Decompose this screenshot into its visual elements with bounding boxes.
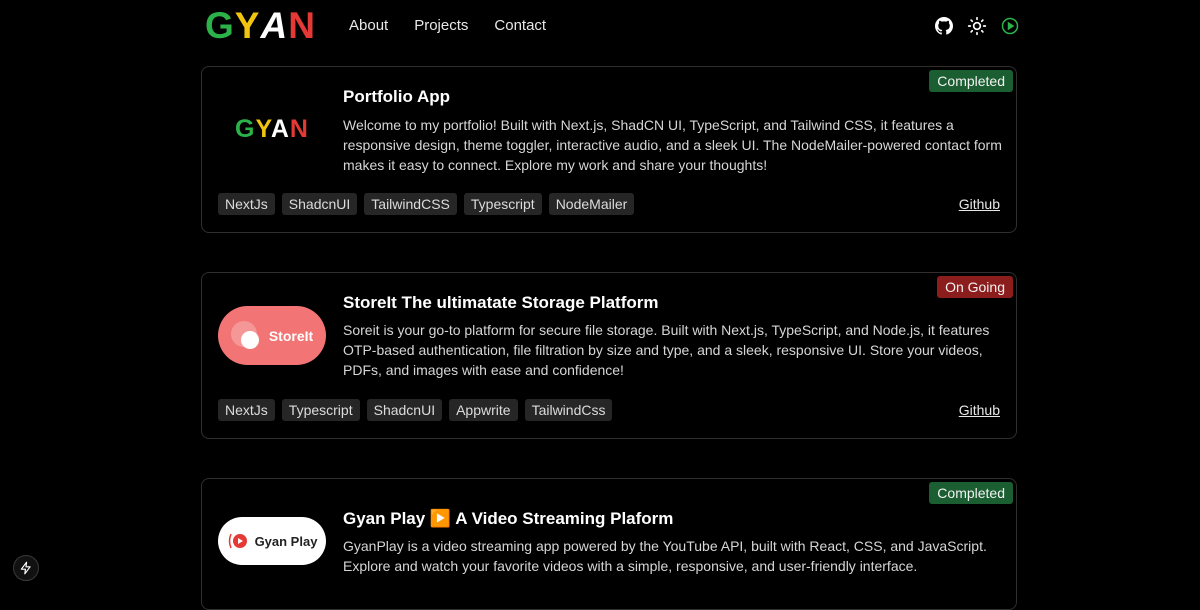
logo-letter-n: N <box>288 5 316 46</box>
project-description: Welcome to my portfolio! Built with Next… <box>343 117 1002 173</box>
sun-icon[interactable] <box>967 15 987 37</box>
project-description: Soreit is your go-to platform for secure… <box>343 322 990 378</box>
storeit-logo-icon <box>230 320 261 351</box>
bolt-icon[interactable] <box>13 555 39 581</box>
project-description: GyanPlay is a video streaming app powere… <box>343 538 987 574</box>
tech-tag: ShadcnUI <box>281 193 358 215</box>
thumbnail-logo: GYAN <box>235 115 309 143</box>
project-title: StoreIt The ultimatate Storage Platform <box>343 293 659 312</box>
tech-tag: Typescript <box>281 399 360 421</box>
logo-letter-g: G <box>205 5 235 46</box>
project-card-gyan-play: Completed Gyan Play Gyan Play ▶️ A Video… <box>201 478 1017 610</box>
project-card-portfolio: Completed GYAN Portfolio App Welcome to … <box>201 66 1017 233</box>
logo-letter-a: A <box>260 5 289 46</box>
nav-links: About Projects Contact <box>349 17 546 34</box>
project-thumbnail: GYAN <box>218 100 326 159</box>
nav-contact-link[interactable]: Contact <box>494 17 546 34</box>
project-thumbnail: Gyan Play <box>218 517 326 565</box>
tech-tag: ShadcnUI <box>366 399 443 421</box>
thumbnail-logo: StoreIt <box>268 327 314 344</box>
status-badge: Completed <box>929 482 1013 504</box>
tech-tags: NextJs Typescript ShadcnUI Appwrite Tail… <box>218 399 613 421</box>
tech-tag: Typescript <box>463 193 542 215</box>
tech-tag: NodeMailer <box>548 193 635 215</box>
project-title: Gyan Play ▶️ A Video Streaming Plaform <box>343 509 674 528</box>
tech-tags: NextJs ShadcnUI TailwindCSS Typescript N… <box>218 193 635 215</box>
logo-letter-y: Y <box>234 5 261 46</box>
play-circle-icon[interactable] <box>1000 15 1020 37</box>
tech-tag: TailwindCss <box>524 399 613 421</box>
nav-icon-group <box>934 15 1020 37</box>
project-thumbnail: StoreIt <box>218 306 326 365</box>
nav-about-link[interactable]: About <box>349 17 388 34</box>
project-card-storeit: On Going StoreIt StoreIt The ultimatate … <box>201 272 1017 439</box>
thumbnail-logo: Gyan Play <box>254 533 318 549</box>
nav-projects-link[interactable]: Projects <box>414 17 468 34</box>
brand-logo[interactable]: GYAN <box>205 6 316 46</box>
tech-tag: TailwindCSS <box>364 193 457 215</box>
project-title: Portfolio App <box>343 87 451 106</box>
tech-tag: Appwrite <box>449 399 518 421</box>
github-link[interactable]: Github <box>959 196 1000 212</box>
status-badge: Completed <box>929 70 1013 92</box>
github-icon[interactable] <box>934 15 954 37</box>
status-badge: On Going <box>937 276 1013 298</box>
tech-tag: NextJs <box>218 399 275 421</box>
github-link[interactable]: Github <box>959 402 1000 418</box>
top-navbar: GYAN About Projects Contact <box>0 0 1200 56</box>
tech-tag: NextJs <box>218 193 275 215</box>
youtube-play-icon <box>227 532 249 550</box>
